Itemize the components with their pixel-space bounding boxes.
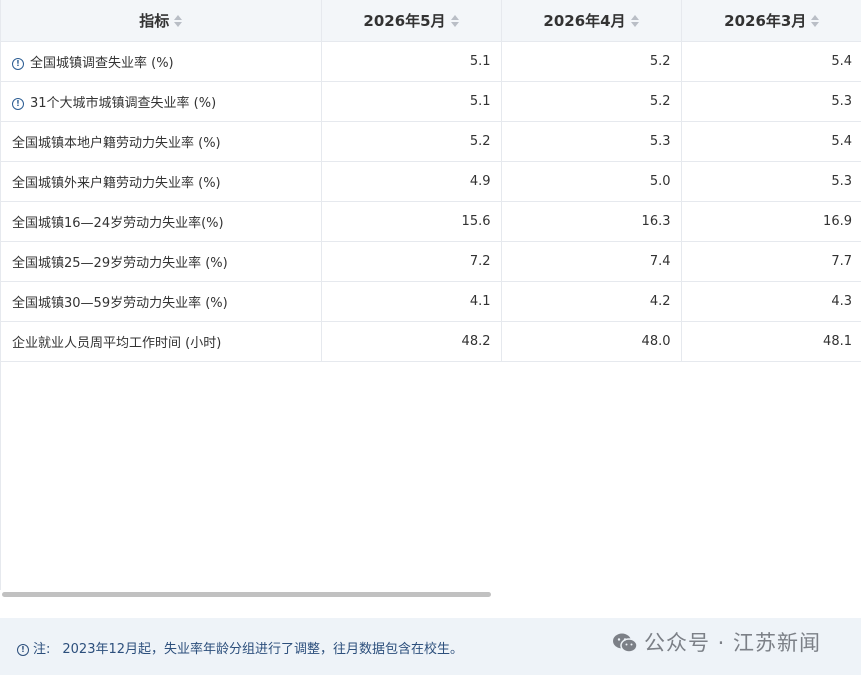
table-row: 全国城镇16—24岁劳动力失业率(%) 15.6 16.3 16.9 — [1, 200, 861, 242]
note-label: 注: — [33, 642, 51, 657]
value-cell: 5.0 — [500, 160, 682, 202]
indicator-label: 全国城镇调查失业率 (%) — [30, 55, 174, 71]
table-row: 全国城镇25—29岁劳动力失业率 (%) 7.2 7.4 7.7 — [1, 240, 861, 282]
value-cell: 5.1 — [320, 40, 502, 82]
value-cell: 4.3 — [680, 280, 861, 322]
value-cell: 7.7 — [680, 240, 861, 282]
indicator-label: 全国城镇本地户籍劳动力失业率 (%) — [12, 135, 221, 151]
value-cell: 5.4 — [680, 120, 861, 162]
column-header-label: 2026年5月 — [363, 11, 446, 30]
column-header-label: 2026年4月 — [543, 11, 626, 30]
value-cell: 4.2 — [500, 280, 682, 322]
column-header-2026-05[interactable]: 2026年5月 — [320, 0, 502, 42]
column-header-2026-03[interactable]: 2026年3月 — [680, 0, 861, 42]
indicator-cell: 全国城镇本地户籍劳动力失业率 (%) — [1, 120, 322, 162]
value-cell: 5.2 — [500, 40, 682, 82]
info-icon[interactable]: ! — [12, 97, 24, 110]
table-header-row: 指标 2026年5月 2026年4月 2026年3月 — [1, 0, 861, 42]
indicator-cell: 全国城镇外来户籍劳动力失业率 (%) — [1, 160, 322, 202]
horizontal-scrollbar[interactable] — [0, 590, 861, 598]
value-cell: 5.3 — [680, 160, 861, 202]
sort-icon[interactable] — [811, 15, 820, 28]
sort-icon[interactable] — [450, 15, 459, 28]
table-row: 企业就业人员周平均工作时间 (小时) 48.2 48.0 48.1 — [1, 320, 861, 362]
indicator-label: 全国城镇25—29岁劳动力失业率 (%) — [12, 255, 228, 271]
watermark: 公众号 · 江苏新闻 — [612, 627, 821, 659]
info-icon[interactable]: ! — [12, 57, 24, 70]
footnote: ! 注: 2023年12月起，失业率年龄分组进行了调整，往月数据包含在校生。 — [17, 638, 463, 657]
value-cell: 4.1 — [320, 280, 502, 322]
watermark-text: 公众号 · 江苏新闻 — [644, 631, 822, 655]
value-cell: 4.9 — [320, 160, 502, 202]
value-cell: 7.4 — [500, 240, 682, 282]
value-cell: 15.6 — [320, 200, 502, 242]
column-header-2026-04[interactable]: 2026年4月 — [500, 0, 682, 42]
value-cell: 48.0 — [500, 320, 682, 362]
value-cell: 48.2 — [320, 320, 502, 362]
value-cell: 5.2 — [500, 80, 682, 122]
info-icon: ! — [17, 644, 29, 656]
value-cell: 5.3 — [500, 120, 682, 162]
value-cell: 16.9 — [680, 200, 861, 242]
scrollbar-thumb[interactable] — [2, 592, 491, 597]
value-cell: 5.2 — [320, 120, 502, 162]
column-header-label: 2026年3月 — [724, 11, 807, 30]
data-table-container: 指标 2026年5月 2026年4月 2026年3月 ! 全国城镇调查失业率 (%… — [0, 0, 861, 598]
data-table: 指标 2026年5月 2026年4月 2026年3月 ! 全国城镇调查失业率 (%… — [1, 0, 861, 362]
indicator-cell: 全国城镇16—24岁劳动力失业率(%) — [1, 200, 322, 242]
note-text: 2023年12月起，失业率年龄分组进行了调整，往月数据包含在校生。 — [62, 642, 464, 657]
indicator-cell: ! 全国城镇调查失业率 (%) — [1, 40, 322, 82]
table-row: ! 31个大城市城镇调查失业率 (%) 5.1 5.2 5.3 — [1, 80, 861, 122]
wechat-icon — [612, 632, 638, 659]
column-header-label: 指标 — [139, 11, 170, 30]
indicator-cell: 企业就业人员周平均工作时间 (小时) — [1, 320, 322, 362]
sort-icon[interactable] — [174, 15, 183, 28]
table-row: 全国城镇外来户籍劳动力失业率 (%) 4.9 5.0 5.3 — [1, 160, 861, 202]
indicator-cell: ! 31个大城市城镇调查失业率 (%) — [1, 80, 322, 122]
table-row: 全国城镇30—59岁劳动力失业率 (%) 4.1 4.2 4.3 — [1, 280, 861, 322]
indicator-label: 全国城镇30—59岁劳动力失业率 (%) — [12, 295, 228, 311]
app: 指标 2026年5月 2026年4月 2026年3月 ! 全国城镇调查失业率 (%… — [0, 0, 861, 675]
indicator-cell: 全国城镇25—29岁劳动力失业率 (%) — [1, 240, 322, 282]
indicator-label: 31个大城市城镇调查失业率 (%) — [30, 95, 217, 111]
indicator-label: 全国城镇外来户籍劳动力失业率 (%) — [12, 175, 221, 191]
value-cell: 5.4 — [680, 40, 861, 82]
indicator-label: 企业就业人员周平均工作时间 (小时) — [12, 335, 222, 351]
column-header-indicator[interactable]: 指标 — [1, 0, 322, 42]
value-cell: 7.2 — [320, 240, 502, 282]
table-body: ! 全国城镇调查失业率 (%) 5.1 5.2 5.4! 31个大城市城镇调查失业率 (%… — [1, 40, 861, 362]
table-row: 全国城镇本地户籍劳动力失业率 (%) 5.2 5.3 5.4 — [1, 120, 861, 162]
footer-note-bar: ! 注: 2023年12月起，失业率年龄分组进行了调整，往月数据包含在校生。 公众号… — [0, 618, 861, 675]
value-cell: 48.1 — [680, 320, 861, 362]
sort-icon[interactable] — [630, 15, 639, 28]
indicator-cell: 全国城镇30—59岁劳动力失业率 (%) — [1, 280, 322, 322]
value-cell: 5.1 — [320, 80, 502, 122]
table-row: ! 全国城镇调查失业率 (%) 5.1 5.2 5.4 — [1, 40, 861, 82]
value-cell: 5.3 — [680, 80, 861, 122]
value-cell: 16.3 — [500, 200, 682, 242]
indicator-label: 全国城镇16—24岁劳动力失业率(%) — [12, 215, 224, 231]
